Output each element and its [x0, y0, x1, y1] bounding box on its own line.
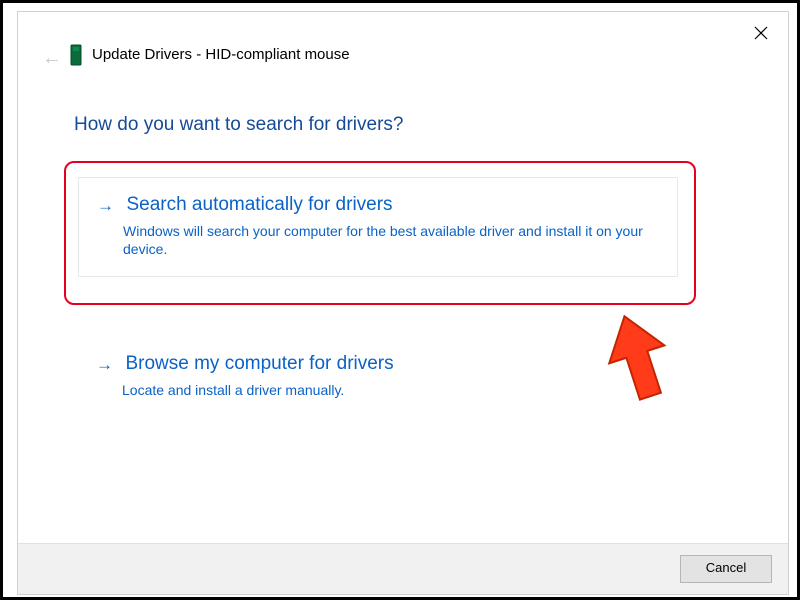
question-text: How do you want to search for drivers? — [74, 114, 404, 136]
close-icon[interactable] — [754, 26, 768, 40]
screenshot-frame: ← Update Drivers - HID-compliant mouse H… — [0, 0, 800, 600]
option-description: Windows will search your computer for th… — [123, 222, 659, 258]
arrow-right-icon: → — [96, 355, 113, 375]
dialog-footer: Cancel — [18, 543, 788, 594]
title-device: HID-compliant mouse — [205, 46, 349, 63]
option-browse-computer[interactable]: → Browse my computer for drivers Locate … — [78, 337, 678, 417]
cancel-button[interactable]: Cancel — [680, 555, 772, 583]
dialog-title: Update Drivers - HID-compliant mouse — [92, 46, 350, 63]
option-search-automatically[interactable]: → Search automatically for drivers Windo… — [78, 177, 678, 277]
back-icon: ← — [42, 48, 62, 68]
arrow-right-icon: → — [97, 196, 114, 216]
title-prefix: Update Drivers - — [92, 46, 205, 63]
update-drivers-dialog: ← Update Drivers - HID-compliant mouse H… — [17, 11, 789, 595]
device-icon — [70, 44, 82, 66]
option-description: Locate and install a driver manually. — [122, 381, 660, 399]
option-title: Browse my computer for drivers — [125, 353, 393, 374]
option-title: Search automatically for drivers — [126, 194, 392, 215]
